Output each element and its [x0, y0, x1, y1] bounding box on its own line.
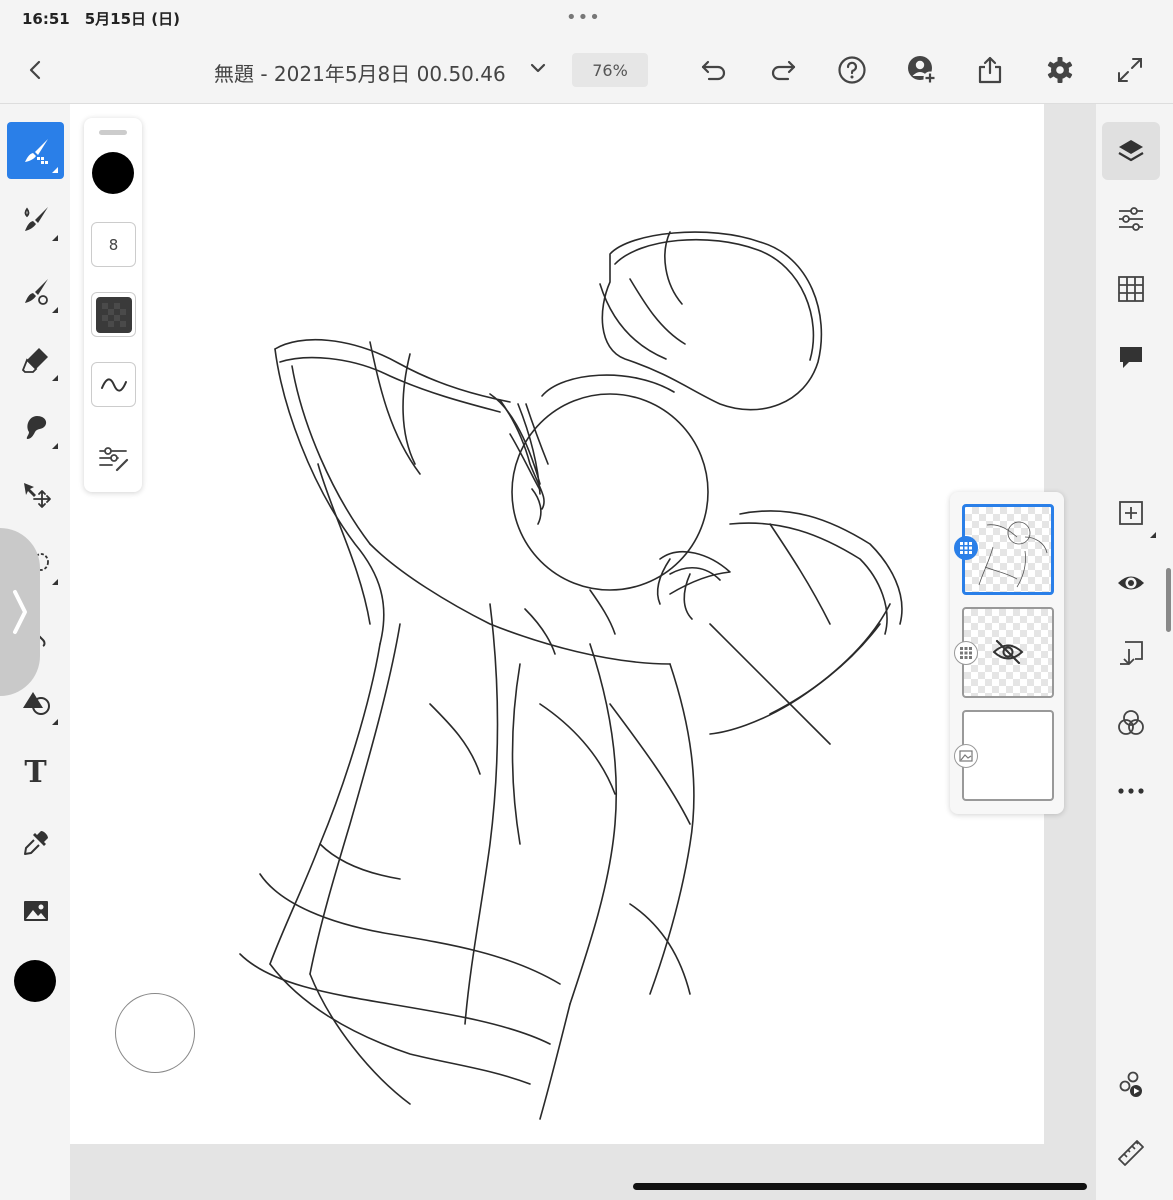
brush-size-field[interactable]: 8 — [91, 222, 136, 267]
tool-eraser[interactable] — [7, 330, 64, 387]
eraser-icon — [21, 347, 48, 373]
layers-panel — [950, 492, 1064, 814]
current-color-swatch[interactable] — [14, 960, 56, 1002]
pressure-curve-icon — [100, 377, 127, 392]
help-button[interactable] — [832, 50, 872, 90]
share-button[interactable] — [970, 50, 1010, 90]
tool-options-indicator — [52, 443, 58, 449]
redo-icon — [771, 60, 796, 81]
chevron-right-icon — [13, 590, 27, 634]
artboard[interactable] — [70, 104, 1044, 1144]
canvas-area[interactable] — [70, 104, 1096, 1200]
brush-cursor-preview — [115, 993, 195, 1073]
share-icon — [978, 56, 1002, 84]
adjustments-icon — [1119, 207, 1143, 231]
scroll-indicator[interactable] — [1166, 568, 1171, 632]
status-time-date: 16:51 5月15日 (日) — [22, 10, 180, 28]
tool-pixel-brush[interactable] — [7, 122, 64, 179]
top-toolbar: 無題 - 2021年5月8日 00.50.46 76% — [0, 36, 1173, 104]
tool-eyedropper[interactable] — [7, 814, 64, 871]
status-bar: 16:51 5月15日 (日) ••• — [0, 0, 1173, 36]
brush-settings-icon[interactable] — [97, 442, 129, 474]
invite-button[interactable] — [902, 50, 942, 90]
sketch-drawing — [239, 231, 903, 1120]
blend-mode-button[interactable] — [1102, 694, 1160, 752]
layer-type-badge — [954, 536, 978, 560]
blend-mode-icon — [1118, 710, 1144, 735]
layer-type-badge — [954, 744, 978, 768]
settings-button[interactable] — [1040, 50, 1080, 90]
tool-transform[interactable] — [7, 466, 64, 523]
ruler-icon — [1118, 1140, 1144, 1166]
pressure-control[interactable] — [91, 362, 136, 407]
comments-button[interactable] — [1102, 328, 1160, 386]
home-indicator[interactable] — [633, 1183, 1087, 1190]
tool-properties-panel: 8 — [84, 118, 142, 492]
tool-options-indicator — [52, 719, 58, 725]
back-button[interactable] — [16, 50, 56, 90]
add-layer-button[interactable] — [1102, 484, 1160, 542]
tool-smudge[interactable] — [7, 398, 64, 455]
pixel-layer-icon — [960, 647, 972, 659]
live-brush-icon — [24, 206, 48, 231]
livestream-button[interactable] — [1102, 1056, 1160, 1114]
grid-button[interactable] — [1102, 260, 1160, 318]
comment-icon — [1120, 347, 1142, 368]
tool-text[interactable]: T — [7, 744, 64, 801]
opacity-icon — [95, 296, 132, 333]
grid-icon — [1118, 276, 1144, 302]
document-title[interactable]: 無題 - 2021年5月8日 00.50.46 — [214, 58, 506, 87]
brush-size-value: 8 — [108, 235, 119, 254]
layer-type-badge — [954, 641, 978, 665]
side-panel-handle[interactable] — [0, 528, 40, 696]
pixel-brush-icon — [24, 138, 48, 164]
eyedropper-icon — [23, 830, 48, 855]
undo-icon — [701, 60, 726, 81]
more-icon — [1118, 788, 1144, 794]
tool-options-indicator — [52, 375, 58, 381]
chevron-left-icon — [29, 60, 41, 80]
move-icon — [23, 482, 51, 508]
merge-down-button[interactable] — [1102, 624, 1160, 682]
tool-options-indicator — [52, 167, 58, 173]
layers-icon — [1118, 140, 1144, 162]
chevron-down-icon[interactable] — [526, 56, 550, 80]
undo-button[interactable] — [694, 50, 734, 90]
tool-options-indicator — [52, 579, 58, 585]
tool-live-brush[interactable] — [7, 190, 64, 247]
fullscreen-button[interactable] — [1110, 50, 1150, 90]
image-icon — [23, 900, 48, 921]
panel-grip[interactable] — [99, 130, 127, 135]
add-layer-icon — [1119, 501, 1143, 525]
tool-vector-brush[interactable] — [7, 262, 64, 319]
more-button[interactable] — [1102, 762, 1160, 820]
merge-down-icon — [1120, 641, 1143, 665]
visibility-button[interactable] — [1102, 554, 1160, 612]
brush-color-swatch[interactable] — [92, 152, 134, 194]
help-icon — [838, 56, 866, 84]
multitask-dots[interactable]: ••• — [566, 7, 601, 28]
fullscreen-icon — [1118, 58, 1142, 82]
tool-image[interactable] — [7, 882, 64, 939]
layers-button[interactable] — [1102, 122, 1160, 180]
redo-button[interactable] — [763, 50, 803, 90]
pixel-layer-icon — [960, 542, 972, 554]
shapes-icon — [22, 691, 50, 715]
visibility-icon — [1118, 576, 1144, 590]
settings-icon — [1047, 57, 1073, 83]
adjustments-button[interactable] — [1102, 190, 1160, 248]
vector-brush-icon — [24, 278, 48, 305]
image-layer-icon — [959, 750, 973, 762]
tool-options-indicator — [1150, 532, 1156, 538]
tool-options-indicator — [52, 235, 58, 241]
right-toolbar — [1096, 104, 1173, 1200]
smudge-icon — [26, 415, 46, 439]
zoom-level[interactable]: 76% — [572, 53, 648, 87]
text-icon: T — [24, 755, 47, 790]
livestream-icon — [1119, 1071, 1142, 1097]
invite-user-icon — [908, 56, 937, 85]
ruler-button[interactable] — [1102, 1124, 1160, 1182]
tool-options-indicator — [52, 307, 58, 313]
opacity-control[interactable] — [91, 292, 136, 337]
